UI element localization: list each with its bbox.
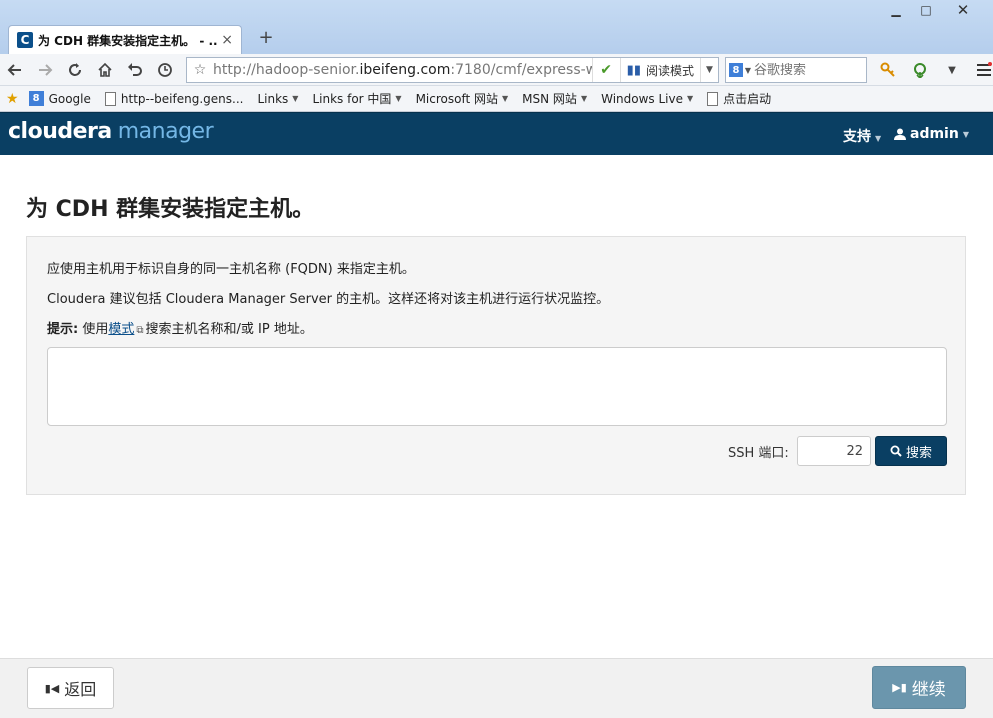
hosts-textarea[interactable] [47, 347, 947, 426]
undo-icon[interactable] [120, 56, 150, 84]
bookmarks-star-icon[interactable]: ★ [6, 91, 19, 107]
close-window-button[interactable]: ✕ [941, 0, 985, 20]
reader-dropdown-chevron-icon[interactable]: ▼ [700, 58, 718, 82]
address-bar[interactable]: ☆ http://hadoop-senior.ibeifeng.com:7180… [186, 57, 719, 83]
wizard-footer: ▮◀ 返回 ▶▮ 继续 [0, 658, 993, 718]
toolbar-right: ▼ [872, 56, 993, 84]
bookmark-item[interactable]: Links for 中国 ▼ [312, 90, 401, 107]
step-forward-icon: ▶▮ [892, 681, 907, 694]
menu-icon[interactable] [968, 56, 993, 84]
bookmark-item[interactable]: Links ▼ [257, 92, 298, 106]
back-button[interactable]: ▮◀ 返回 [27, 667, 114, 709]
bookmark-item[interactable]: http--beifeng.gens... [104, 91, 244, 106]
forward-arrow-icon[interactable] [30, 56, 60, 84]
support-menu[interactable]: 支持 ▼ [843, 126, 881, 146]
bookmark-label: MSN 网站 [522, 92, 577, 106]
tip-text: 提示: 使用模式 ⧉ 搜索主机名称和/或 IP 地址。 [47, 322, 313, 337]
search-button[interactable]: 搜索 [875, 436, 947, 466]
key-icon[interactable] [872, 56, 904, 84]
back-arrow-icon[interactable] [0, 56, 30, 84]
instruction-recommend: Cloudera 建议包括 Cloudera Manager Server 的主… [47, 292, 610, 307]
reader-mode-button[interactable]: ▮▮ 阅读模式 [619, 58, 700, 82]
google-icon: 8 [28, 91, 44, 106]
page-icon [707, 91, 719, 106]
clock-icon[interactable] [150, 56, 180, 84]
bookmarks-bar: ★ 8 Google http--beifeng.gens... Links ▼ Link… [0, 86, 993, 112]
ssh-port-input[interactable] [797, 436, 871, 466]
chevron-down-icon: ▼ [502, 94, 509, 103]
chevron-down-icon: ▼ [962, 129, 969, 139]
browser-titlebar: ▁ □ ✕ C 为 CDH 群集安装指定主机。 - ... × + [0, 0, 993, 56]
home-icon[interactable] [90, 56, 120, 84]
tip-label: 提示: [47, 322, 79, 337]
ssh-port-label: SSH 端口: [728, 446, 789, 461]
step-backward-icon: ▮◀ [44, 681, 60, 695]
bookmark-item[interactable]: MSN 网站 ▼ [522, 90, 587, 107]
bookmark-label: Links [257, 91, 289, 106]
host-spec-panel: 应使用主机用于标识自身的同一主机名称 (FQDN) 来指定主机。 Clouder… [26, 236, 966, 495]
chevron-down-icon: ▼ [395, 94, 402, 103]
bookmark-item[interactable]: Windows Live ▼ [601, 92, 693, 106]
minimize-button[interactable]: ▁ [881, 0, 911, 20]
reload-icon[interactable] [60, 56, 90, 84]
tab-close-icon[interactable]: × [221, 32, 233, 48]
bookmark-item[interactable]: 8 Google [28, 91, 91, 106]
search-icon [890, 445, 902, 457]
search-bar[interactable]: 8 ▼ [725, 57, 867, 83]
external-link-icon: ⧉ [136, 325, 144, 336]
tab-title: 为 CDH 群集安装指定主机。 - ... [38, 33, 218, 48]
window-controls: ▁ □ ✕ [881, 0, 985, 20]
app-header: cloudera manager 支持 ▼ admin ▼ [0, 112, 993, 155]
search-engine-icon[interactable]: 8 ▼ [726, 63, 754, 77]
user-menu[interactable]: admin ▼ [894, 126, 969, 142]
browser-tab[interactable]: C 为 CDH 群集安装指定主机。 - ... × [8, 25, 242, 54]
extension-icon[interactable]: ✔ [591, 58, 620, 82]
bookmark-label: Google [48, 91, 91, 106]
cloudera-favicon-icon: C [17, 32, 33, 48]
bookmark-label: http--beifeng.gens... [120, 91, 244, 106]
user-icon [894, 128, 906, 140]
chevron-down-icon: ▼ [686, 94, 694, 103]
continue-button[interactable]: ▶▮ 继续 [872, 666, 966, 709]
cloudera-manager-logo[interactable]: cloudera manager [8, 119, 214, 144]
page-icon [104, 91, 116, 106]
browser-navbar: ☆ http://hadoop-senior.ibeifeng.com:7180… [0, 54, 993, 86]
bookmark-item[interactable]: 点击启动 [707, 90, 771, 107]
pattern-link[interactable]: 模式 [108, 322, 134, 337]
dropdown-chevron-icon[interactable]: ▼ [936, 56, 968, 84]
instruction-fqdn: 应使用主机用于标识自身的同一主机名称 (FQDN) 来指定主机。 [47, 262, 415, 277]
bookmark-item[interactable]: Microsoft 网站 ▼ [416, 90, 509, 107]
search-input[interactable] [754, 62, 862, 78]
bookmark-star-icon[interactable]: ☆ [187, 62, 213, 78]
bookmark-label: 点击启动 [723, 92, 772, 106]
bookmark-label: Windows Live [601, 91, 683, 106]
bookmark-label: Microsoft 网站 [415, 92, 499, 106]
download-icon[interactable] [904, 56, 936, 84]
bookmark-label: Links for 中国 [312, 92, 392, 106]
chevron-down-icon: ▼ [875, 134, 882, 143]
page-title: 为 CDH 群集安装指定主机。 [26, 197, 315, 222]
new-tab-button[interactable]: + [256, 27, 276, 48]
maximize-button[interactable]: □ [911, 0, 941, 20]
chevron-down-icon: ▼ [292, 94, 299, 103]
url-text[interactable]: http://hadoop-senior.ibeifeng.com:7180/c… [213, 62, 592, 78]
chevron-down-icon: ▼ [580, 94, 588, 103]
book-icon: ▮▮ [626, 62, 641, 78]
